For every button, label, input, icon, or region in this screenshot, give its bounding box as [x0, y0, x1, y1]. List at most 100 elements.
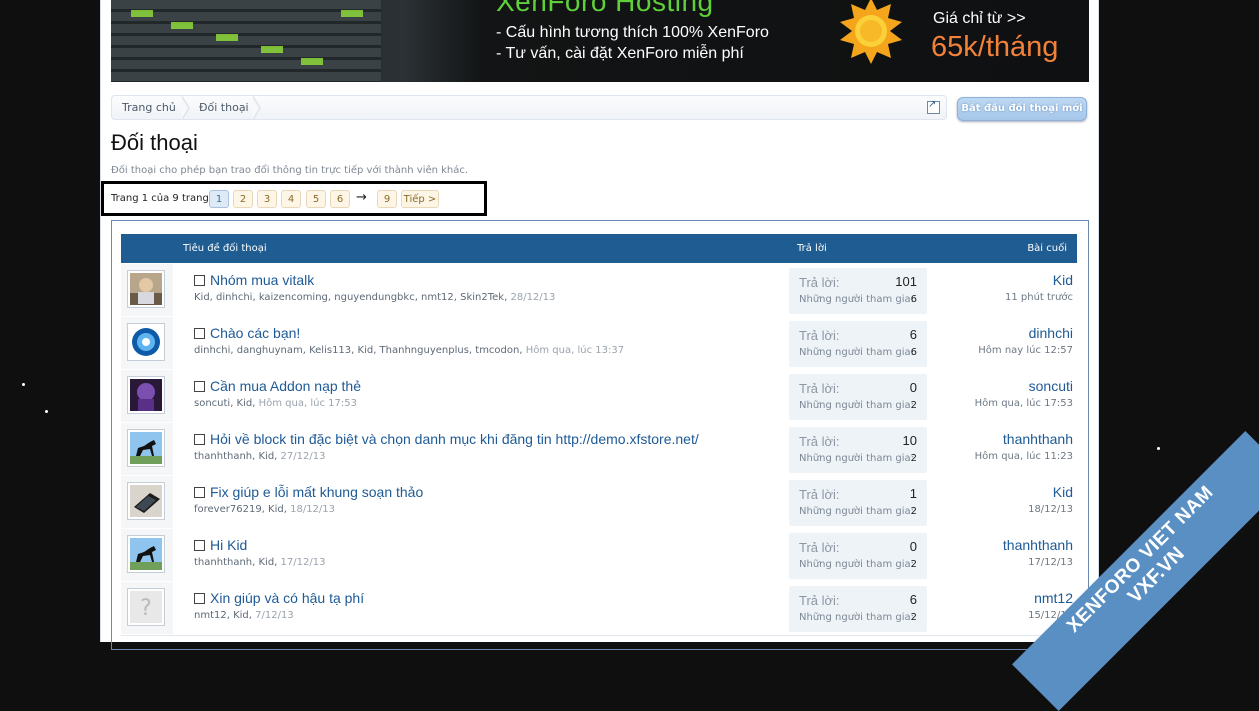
page-link-1[interactable]: 1	[209, 190, 229, 208]
conversation-members: nmt12, Kid, 7/12/13	[194, 610, 294, 621]
participants-label: Những người tham gia:	[799, 506, 915, 517]
replies-count: 10	[902, 433, 917, 448]
purple-character-icon[interactable]	[127, 376, 165, 414]
members-list[interactable]: forever76219, Kid,	[194, 504, 287, 515]
conversation-stats: Trả lời: 1 Những người tham gia: 2	[789, 480, 927, 526]
pagination-gap-arrow: →	[356, 190, 367, 205]
participants-label: Những người tham gia:	[799, 347, 915, 358]
dark-laptop-icon[interactable]	[127, 482, 165, 520]
page-link-4[interactable]: 4	[281, 190, 301, 208]
conversation-members: soncuti, Kid, Hôm qua, lúc 17:53	[194, 398, 357, 409]
replies-count: 101	[895, 274, 917, 289]
last-post-user[interactable]: thanhthanh	[1003, 431, 1073, 447]
replies-count: 0	[909, 380, 917, 395]
banner-line-1: - Cấu hình tương thích 100% XenForo	[496, 24, 769, 41]
conversation-title[interactable]: Fix giúp e lỗi mất khung soạn thảo	[210, 484, 423, 500]
participants-label: Những người tham gia:	[799, 453, 915, 464]
participants-count: 6	[910, 347, 917, 358]
conversation-stats: Trả lời: 10 Những người tham gia: 2	[789, 427, 927, 473]
last-post-date: Hôm qua, lúc 17:53	[974, 398, 1073, 409]
blue-swirl-icon[interactable]	[127, 323, 165, 361]
select-checkbox[interactable]	[194, 275, 205, 286]
page-link-3[interactable]: 3	[257, 190, 277, 208]
members-list[interactable]: nmt12, Kid,	[194, 610, 252, 621]
replies-label: Trả lời:	[799, 487, 840, 502]
avatar-cell	[121, 423, 173, 475]
participants-count: 2	[910, 453, 917, 464]
conversation-row[interactable]: Fix giúp e lỗi mất khung soạn thảo foreve…	[121, 476, 1077, 530]
medal-icon	[840, 0, 902, 64]
jump-to-icon[interactable]	[927, 99, 940, 114]
conversation-row[interactable]: Nhóm mua vitalk Kid, dinhchi, kaizencomin…	[121, 264, 1077, 318]
last-post-user[interactable]: nmt12	[1034, 590, 1073, 606]
price-value: 65k/tháng	[931, 31, 1059, 63]
conversation-title[interactable]: Nhóm mua vitalk	[210, 272, 314, 288]
next-page-button[interactable]: Tiếp >	[401, 190, 439, 208]
select-checkbox[interactable]	[194, 434, 205, 445]
conversation-stats: Trả lời: 0 Những người tham gia: 2	[789, 374, 927, 420]
conversation-date: 27/12/13	[280, 451, 326, 462]
avatar-cell	[121, 317, 173, 369]
conversation-title[interactable]: Cần mua Addon nạp thẻ	[210, 378, 361, 394]
header-last-post[interactable]: Bài cuối	[1027, 234, 1067, 263]
replies-count: 1	[909, 486, 917, 501]
breadcrumb: Trang chủ Đối thoại	[111, 95, 947, 121]
members-list[interactable]: thanhthanh, Kid,	[194, 451, 277, 462]
members-list[interactable]: thanhthanh, Kid,	[194, 557, 277, 568]
conversation-row[interactable]: Chào các bạn! dinhchi, danghuynam, Kelis1…	[121, 317, 1077, 371]
conversation-row[interactable]: Hi Kid thanhthanh, Kid, 17/12/13 Trả lời: 0…	[121, 529, 1077, 583]
default-avatar-icon[interactable]: ?	[127, 588, 165, 626]
participants-label: Những người tham gia:	[799, 400, 915, 411]
conversation-title[interactable]: Hi Kid	[210, 537, 247, 553]
page-link-6[interactable]: 6	[330, 190, 350, 208]
last-post-user[interactable]: Kid	[1053, 272, 1073, 288]
members-list[interactable]: dinhchi, danghuynam, Kelis113, Kid, Than…	[194, 345, 523, 356]
breadcrumb-home[interactable]: Trang chủ	[112, 96, 186, 119]
conversation-date: Hôm qua, lúc 13:37	[525, 345, 625, 356]
select-checkbox[interactable]	[194, 593, 205, 604]
header-replies[interactable]: Trả lời	[797, 234, 827, 263]
last-post-user[interactable]: Kid	[1053, 484, 1073, 500]
avatar-cell	[121, 529, 173, 581]
last-post-date: Hôm nay lúc 12:57	[978, 345, 1073, 356]
replies-count: 6	[909, 592, 917, 607]
members-list[interactable]: Kid, dinhchi, kaizencoming, nguyendungbk…	[194, 292, 507, 303]
participants-label: Những người tham gia:	[799, 294, 915, 305]
conversation-stats: Trả lời: 6 Những người tham gia: 6	[789, 321, 927, 367]
start-conversation-button[interactable]: Bắt đầu đối thoại mới	[957, 97, 1087, 121]
last-post-user[interactable]: thanhthanh	[1003, 537, 1073, 553]
conversation-title[interactable]: Xin giúp và có hậu tạ phí	[210, 590, 364, 606]
black-horse-icon[interactable]	[127, 535, 165, 573]
select-checkbox[interactable]	[194, 540, 205, 551]
conversation-date: Hôm qua, lúc 17:53	[258, 398, 357, 409]
page-link-2[interactable]: 2	[233, 190, 253, 208]
black-horse-icon[interactable]	[127, 429, 165, 467]
last-post-date: 17/12/13	[1028, 557, 1073, 568]
members-list[interactable]: soncuti, Kid,	[194, 398, 255, 409]
conversation-row[interactable]: ? Xin giúp và có hậu tạ phí nmt12, Kid, 7/…	[121, 582, 1077, 636]
conversation-row[interactable]: Hỏi về block tin đặc biệt và chọn danh m…	[121, 423, 1077, 477]
conversation-members: thanhthanh, Kid, 27/12/13	[194, 451, 325, 462]
conversation-stats: Trả lời: 0 Những người tham gia: 2	[789, 533, 927, 579]
select-checkbox[interactable]	[194, 381, 205, 392]
photo-person-icon[interactable]	[127, 270, 165, 308]
select-checkbox[interactable]	[194, 487, 205, 498]
header-title[interactable]: Tiêu đề đối thoại	[183, 234, 267, 263]
replies-label: Trả lời:	[799, 381, 840, 396]
conversation-row[interactable]: Cần mua Addon nạp thẻ soncuti, Kid, Hôm q…	[121, 370, 1077, 424]
replies-label: Trả lời:	[799, 593, 840, 608]
participants-label: Những người tham gia:	[799, 612, 915, 623]
page-link-9[interactable]: 9	[377, 190, 397, 208]
select-checkbox[interactable]	[194, 328, 205, 339]
last-post-user[interactable]: dinhchi	[1029, 325, 1073, 341]
page-link-5[interactable]: 5	[306, 190, 326, 208]
conversation-date: 17/12/13	[280, 557, 326, 568]
conversation-date: 18/12/13	[290, 504, 336, 515]
conversation-title[interactable]: Chào các bạn!	[210, 325, 300, 341]
last-post-date: 11 phút trước	[1004, 292, 1073, 303]
last-post-user[interactable]: soncuti	[1029, 378, 1073, 394]
conversation-members: forever76219, Kid, 18/12/13	[194, 504, 335, 515]
hosting-banner[interactable]: XenForo Hosting - Cấu hình tương thích 1…	[111, 0, 1089, 82]
conversation-title[interactable]: Hỏi về block tin đặc biệt và chọn danh m…	[210, 431, 699, 447]
breadcrumb-conversations[interactable]: Đối thoại	[189, 96, 259, 119]
